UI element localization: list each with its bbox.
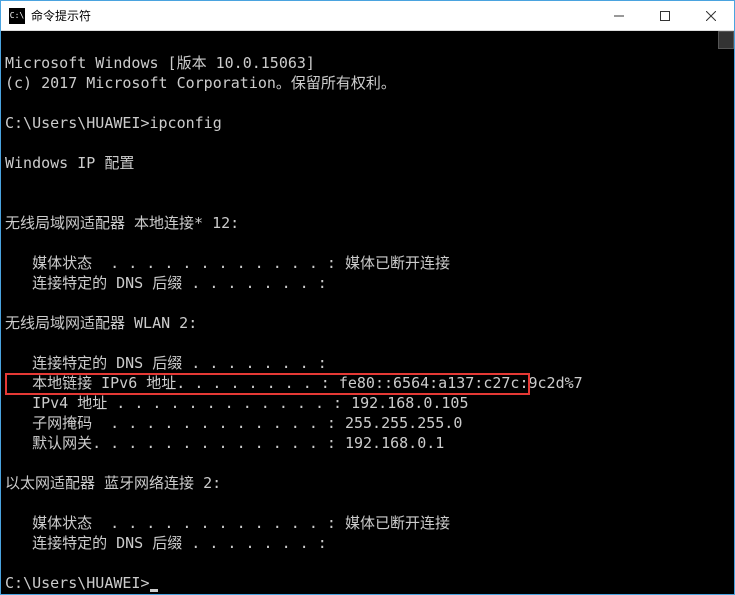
prompt-path: C:\Users\HUAWEI> [5, 574, 150, 592]
console-output[interactable]: Microsoft Windows [版本 10.0.15063] (c) 20… [1, 31, 734, 594]
adapter-header: 以太网适配器 蓝牙网络连接 2: [5, 474, 221, 492]
adapter-line: 本地链接 IPv6 地址. . . . . . . . : fe80::6564… [5, 374, 583, 392]
scrollbar-up-icon[interactable] [718, 31, 734, 49]
adapter-line-ipv4: IPv4 地址 . . . . . . . . . . . . : 192.16… [5, 394, 468, 412]
window-titlebar: C:\ 命令提示符 [1, 1, 734, 31]
cmd-icon: C:\ [9, 8, 25, 24]
adapter-header: 无线局域网适配器 本地连接* 12: [5, 214, 239, 232]
adapter-line: 媒体状态 . . . . . . . . . . . . : 媒体已断开连接 [5, 254, 450, 272]
adapter-line: 媒体状态 . . . . . . . . . . . . : 媒体已断开连接 [5, 514, 450, 532]
maximize-button[interactable] [642, 1, 688, 30]
adapter-line: 连接特定的 DNS 后缀 . . . . . . . : [5, 534, 327, 552]
adapter-header: 无线局域网适配器 WLAN 2: [5, 314, 197, 332]
window-title: 命令提示符 [31, 7, 596, 24]
copyright-line: (c) 2017 Microsoft Corporation。保留所有权利。 [5, 74, 396, 92]
prompt-path: C:\Users\HUAWEI> [5, 114, 150, 132]
adapter-line: 默认网关. . . . . . . . . . . . . : 192.168.… [5, 434, 444, 452]
adapter-line: 子网掩码 . . . . . . . . . . . . : 255.255.2… [5, 414, 462, 432]
command-text: ipconfig [150, 114, 222, 132]
adapter-line: 连接特定的 DNS 后缀 . . . . . . . : [5, 354, 327, 372]
close-button[interactable] [688, 1, 734, 30]
adapter-line: 连接特定的 DNS 后缀 . . . . . . . : [5, 274, 327, 292]
cursor [150, 589, 158, 592]
minimize-button[interactable] [596, 1, 642, 30]
window-controls [596, 1, 734, 30]
ipconfig-title: Windows IP 配置 [5, 154, 134, 172]
version-line: Microsoft Windows [版本 10.0.15063] [5, 54, 315, 72]
